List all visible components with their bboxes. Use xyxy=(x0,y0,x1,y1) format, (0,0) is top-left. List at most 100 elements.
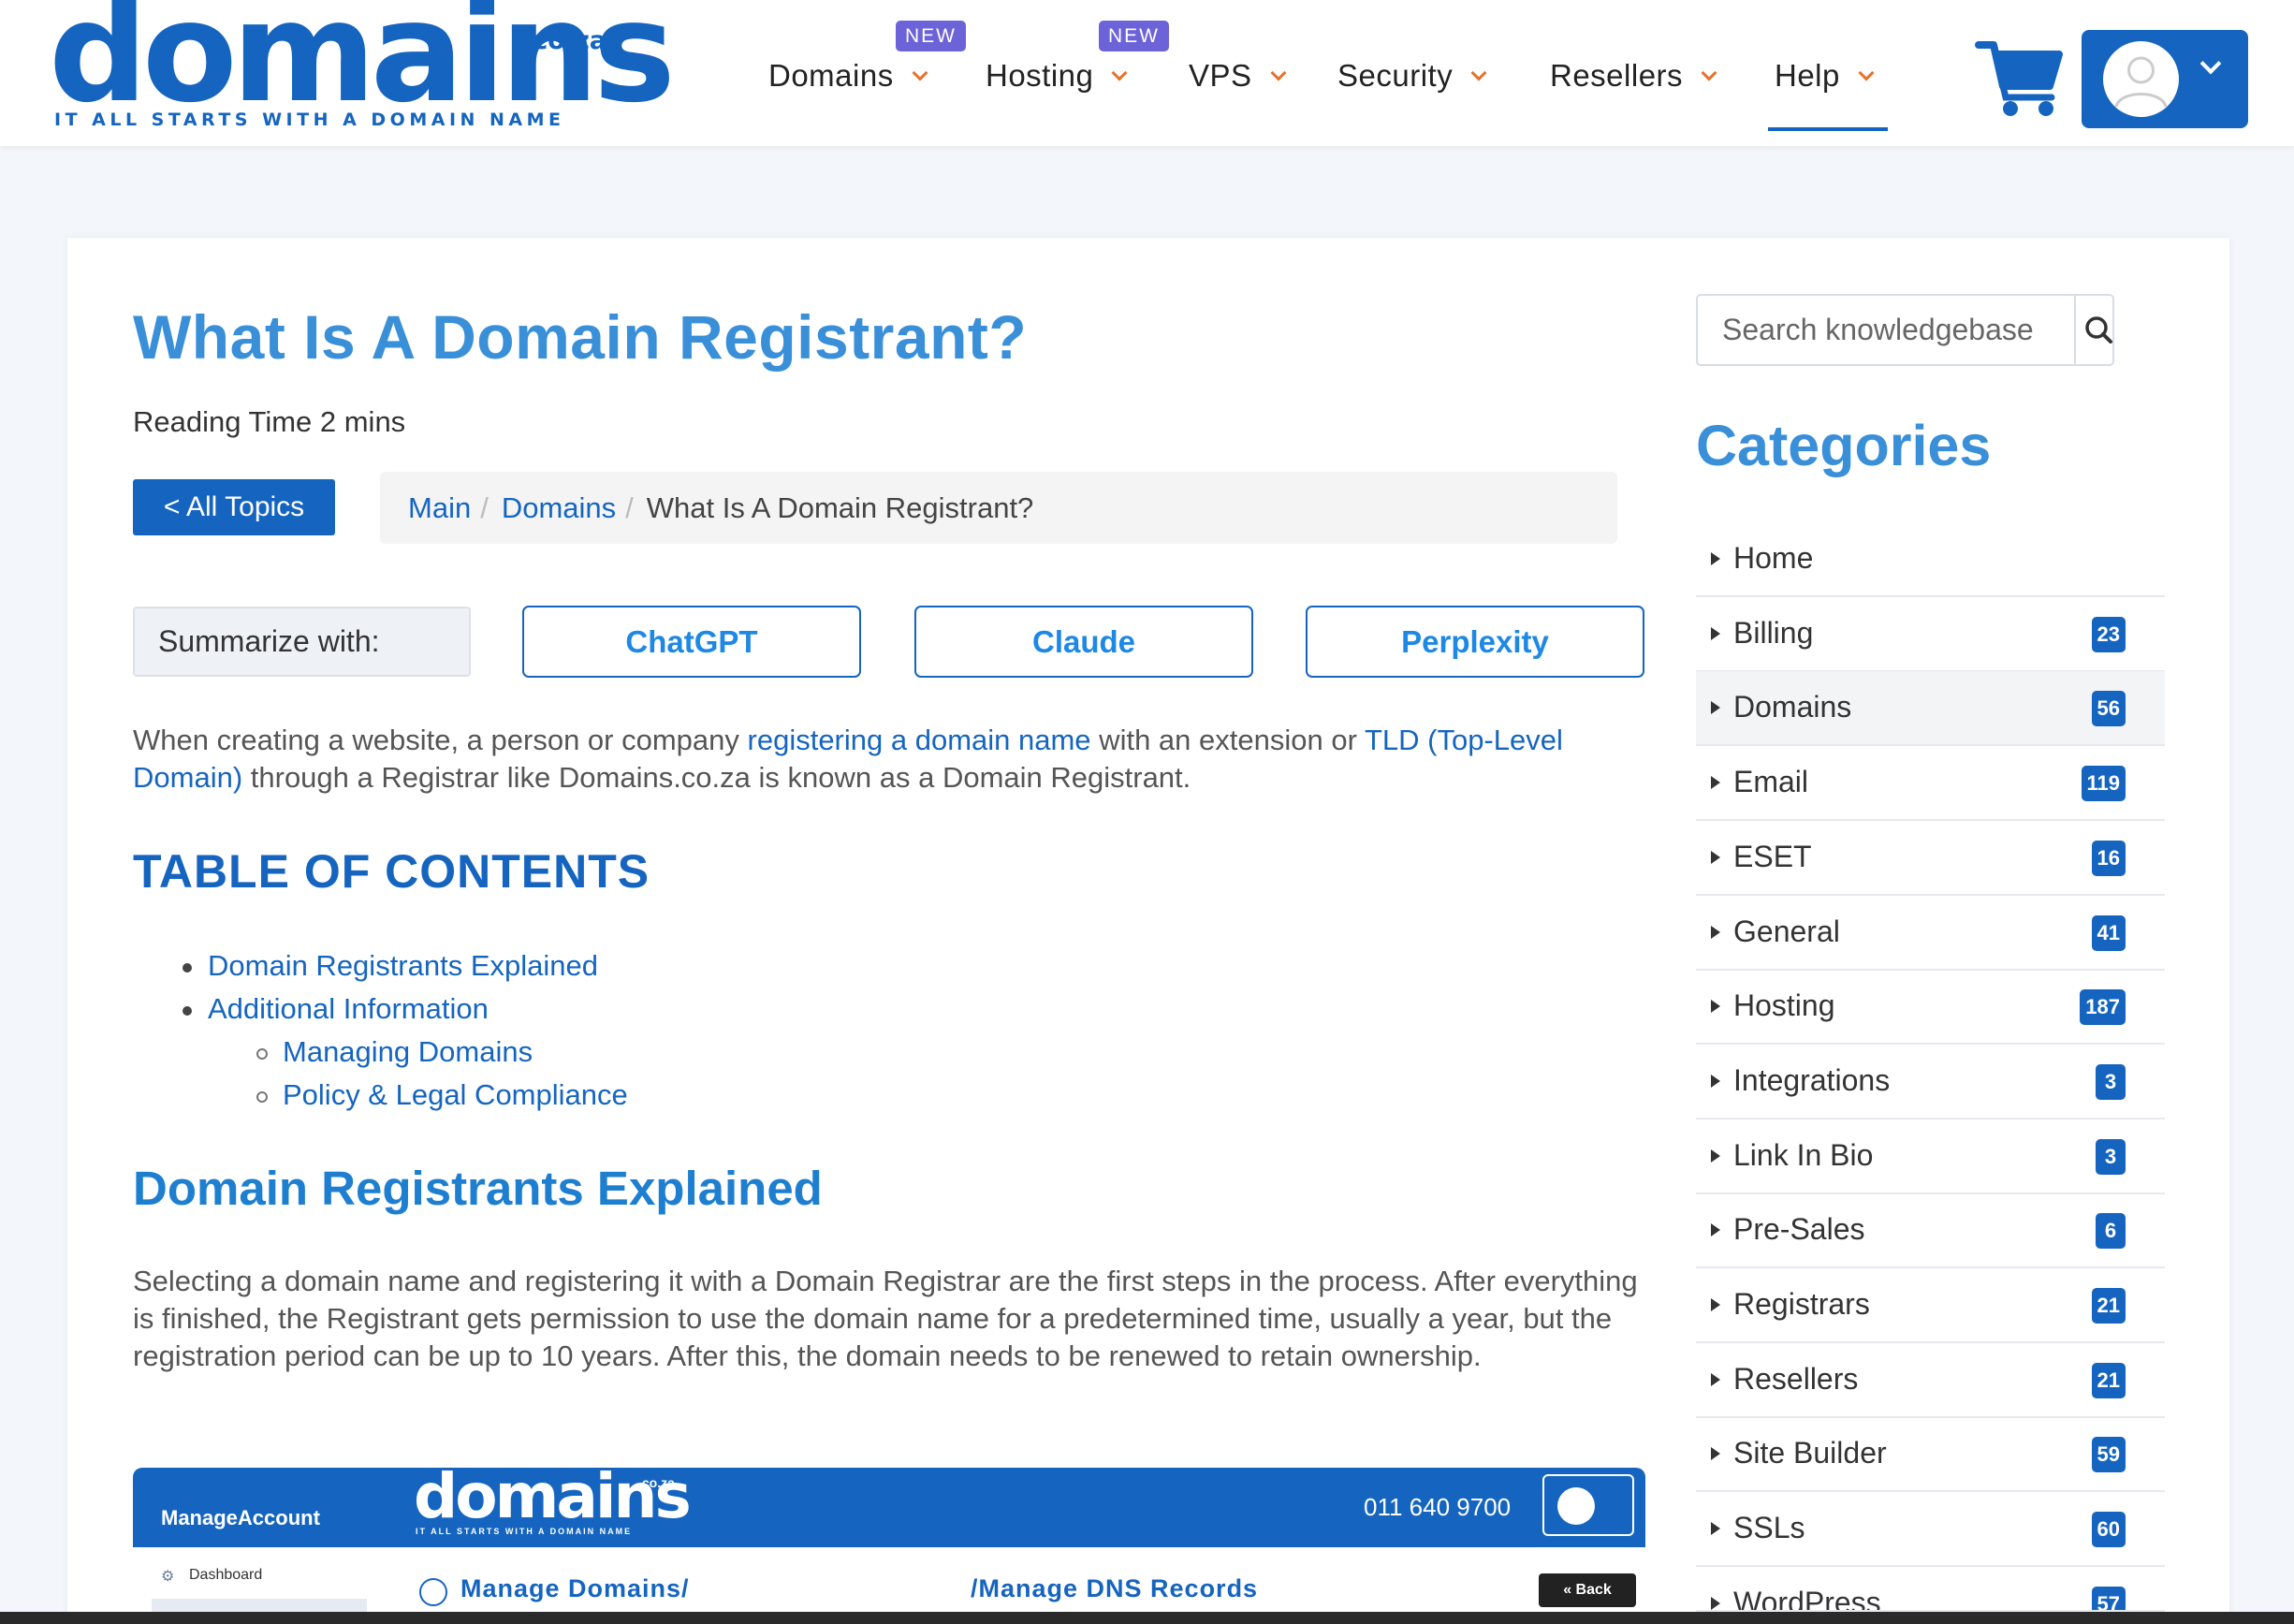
category-count: 41 xyxy=(2091,915,2126,951)
page-title: What Is A Domain Registrant? xyxy=(133,302,1028,372)
toc-bullet xyxy=(183,963,192,973)
logo-suffix: .co.za xyxy=(523,26,607,55)
globe-icon xyxy=(419,1578,447,1606)
nav-domains[interactable]: Domains xyxy=(768,58,928,94)
logo[interactable]: domains xyxy=(49,0,676,122)
kb-search xyxy=(1696,294,2114,366)
category-count: 23 xyxy=(2091,617,2126,652)
chevron-down-icon xyxy=(912,65,928,81)
nav-new-badge-hosting: NEW xyxy=(1099,21,1169,51)
category-label: Domains xyxy=(1733,690,1852,724)
category-billing[interactable]: Billing 23 xyxy=(1696,597,2165,672)
search-button[interactable] xyxy=(2074,296,2114,364)
caret-right-icon xyxy=(1711,1298,1720,1311)
screenshot-manage-domains: Manage Domains/ xyxy=(460,1574,690,1602)
category-pre-sales[interactable]: Pre-Sales 6 xyxy=(1696,1193,2165,1268)
category-hosting[interactable]: Hosting 187 xyxy=(1696,970,2165,1045)
summarize-perplexity-button[interactable]: Perplexity xyxy=(1306,606,1644,678)
caret-right-icon xyxy=(1711,552,1720,565)
toc-sub-bullet xyxy=(256,1091,268,1103)
category-label: Site Builder xyxy=(1733,1436,1887,1470)
nav-security-label: Security xyxy=(1337,58,1454,93)
breadcrumb-current: What Is A Domain Registrant? xyxy=(646,491,1034,524)
toc-bullet xyxy=(183,1006,192,1016)
categories-title: Categories xyxy=(1696,414,1992,477)
nav-hosting[interactable]: Hosting xyxy=(986,58,1128,94)
category-link-in-bio[interactable]: Link In Bio 3 xyxy=(1696,1119,2165,1194)
caret-right-icon xyxy=(1711,851,1720,864)
category-home[interactable]: Home xyxy=(1696,522,2165,597)
toc-item-domain-registrants-explained[interactable]: Domain Registrants Explained xyxy=(208,949,598,983)
caret-right-icon xyxy=(1711,701,1720,714)
caret-right-icon xyxy=(1711,926,1720,939)
cart-icon[interactable] xyxy=(1975,37,2065,118)
category-integrations[interactable]: Integrations 3 xyxy=(1696,1045,2165,1119)
category-label: Link In Bio xyxy=(1733,1138,1874,1172)
screenshot-manage-account: ManageAccount xyxy=(161,1506,320,1529)
nav-resellers-label: Resellers xyxy=(1550,58,1684,93)
summarize-chatgpt-button[interactable]: ChatGPT xyxy=(522,606,861,678)
toc-title: TABLE OF CONTENTS xyxy=(133,845,650,898)
category-label: Pre-Sales xyxy=(1733,1212,1865,1246)
user-avatar-icon xyxy=(2103,41,2179,117)
section-paragraph: Selecting a domain name and registering … xyxy=(133,1265,1638,1372)
gear-icon: ⚙ xyxy=(161,1569,175,1585)
nav-resellers[interactable]: Resellers xyxy=(1550,58,1717,94)
category-wordpress[interactable]: WordPress 57 xyxy=(1696,1567,2165,1612)
all-topics-button[interactable]: < All Topics xyxy=(133,479,335,535)
reading-time: Reading Time 2 mins xyxy=(133,405,406,438)
nav-security[interactable]: Security xyxy=(1337,58,1487,94)
search-input[interactable] xyxy=(1700,298,2074,362)
category-general[interactable]: General 41 xyxy=(1696,896,2165,971)
account-menu-button[interactable] xyxy=(2082,30,2248,128)
category-count: 3 xyxy=(2096,1139,2126,1175)
breadcrumb-main[interactable]: Main xyxy=(408,491,471,524)
screenshot-logo-suffix: .co.za xyxy=(638,1475,675,1490)
logo-tagline: IT ALL STARTS WITH A DOMAIN NAME xyxy=(54,110,565,130)
nav-domains-label: Domains xyxy=(768,58,894,93)
registering-domain-link[interactable]: registering a domain name xyxy=(748,724,1091,756)
toc-item-additional-information[interactable]: Additional Information xyxy=(208,992,489,1026)
nav-help-label: Help xyxy=(1775,58,1840,93)
category-site-builder[interactable]: Site Builder 59 xyxy=(1696,1417,2165,1492)
category-domains[interactable]: Domains 56 xyxy=(1696,671,2165,746)
caret-right-icon xyxy=(1711,1447,1720,1460)
breadcrumb-separator: / xyxy=(480,491,489,524)
toc-item-managing-domains[interactable]: Managing Domains xyxy=(283,1035,533,1069)
category-registrars[interactable]: Registrars 21 xyxy=(1696,1268,2165,1343)
category-count: 187 xyxy=(2080,989,2126,1025)
caret-right-icon xyxy=(1711,1597,1720,1610)
category-count: 57 xyxy=(2091,1587,2126,1610)
category-label: ESET xyxy=(1733,840,1812,873)
category-ssls[interactable]: SSLs 60 xyxy=(1696,1492,2165,1567)
top-navigation: domains .co.za IT ALL STARTS WITH A DOMA… xyxy=(0,0,2294,146)
nav-vps[interactable]: VPS xyxy=(1189,58,1287,94)
breadcrumb-separator: / xyxy=(625,491,634,524)
category-resellers[interactable]: Resellers 21 xyxy=(1696,1343,2165,1418)
caret-right-icon xyxy=(1711,1000,1720,1013)
category-label: Resellers xyxy=(1733,1362,1859,1396)
category-eset[interactable]: ESET 16 xyxy=(1696,821,2165,896)
category-label: Home xyxy=(1733,541,1814,575)
nav-help[interactable]: Help xyxy=(1775,58,1875,94)
chevron-down-icon xyxy=(2199,52,2222,75)
screenshot-back-button: « Back xyxy=(1539,1573,1636,1607)
category-count: 21 xyxy=(2091,1363,2126,1398)
toc-item-policy-legal-compliance[interactable]: Policy & Legal Compliance xyxy=(283,1078,628,1112)
category-count: 6 xyxy=(2096,1213,2126,1249)
category-email[interactable]: Email 119 xyxy=(1696,746,2165,821)
category-count: 21 xyxy=(2091,1288,2126,1324)
category-count: 59 xyxy=(2091,1437,2126,1472)
summarize-claude-button[interactable]: Claude xyxy=(914,606,1253,678)
category-count: 16 xyxy=(2091,841,2126,876)
breadcrumb-domains[interactable]: Domains xyxy=(502,491,616,524)
active-nav-indicator xyxy=(1768,127,1888,131)
category-count: 60 xyxy=(2091,1512,2126,1547)
section-heading: Domain Registrants Explained xyxy=(133,1162,823,1215)
category-label: SSLs xyxy=(1733,1511,1805,1544)
screenshot-phone: 011 640 9700 xyxy=(1364,1493,1512,1521)
chevron-down-icon xyxy=(1701,65,1717,81)
article-screenshot-image: ManageAccount domains .co.za IT ALL STAR… xyxy=(133,1468,1645,1624)
caret-right-icon xyxy=(1711,776,1720,789)
caret-right-icon xyxy=(1711,1223,1720,1236)
